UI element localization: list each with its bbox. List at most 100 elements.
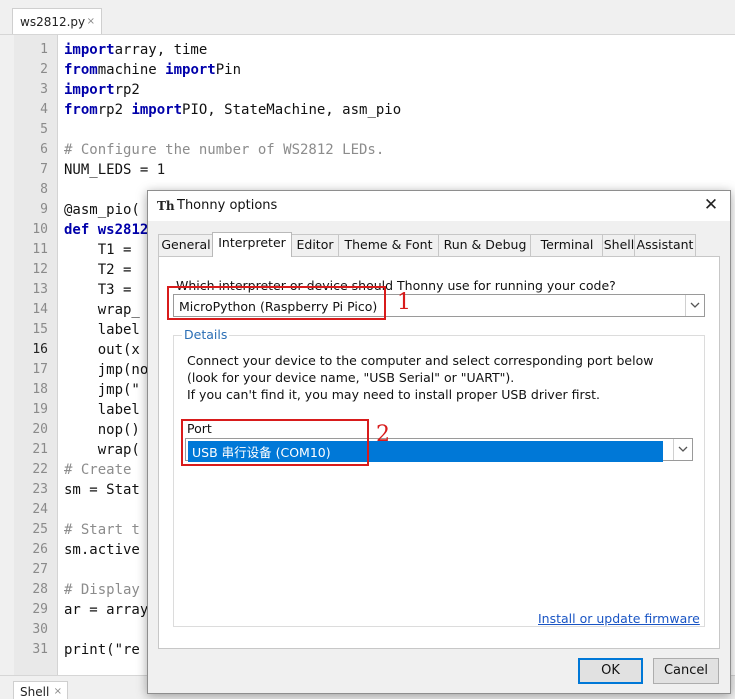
code-line[interactable]: T3 = <box>64 280 140 300</box>
install-firmware-link[interactable]: Install or update firmware <box>538 611 700 626</box>
close-icon[interactable]: ✕ <box>702 195 720 215</box>
code-line[interactable]: ar = array <box>64 600 148 620</box>
line-number: 31 <box>32 642 48 657</box>
tab-run-debug[interactable]: Run & Debug <box>438 234 532 256</box>
code-token: import <box>64 82 115 98</box>
code-token: jmp(" <box>64 382 140 398</box>
code-line[interactable]: out(x <box>64 340 140 360</box>
details-text: (look for your device name, "USB Serial"… <box>187 370 515 385</box>
code-token: def <box>64 222 90 238</box>
code-line[interactable]: label <box>64 320 140 340</box>
code-line[interactable]: # Create <box>64 460 140 480</box>
tab-shell[interactable]: Shell <box>602 234 636 256</box>
code-token: rp2 <box>114 82 140 98</box>
code-line[interactable]: # Start t <box>64 520 140 540</box>
cancel-button[interactable]: Cancel <box>653 658 719 684</box>
code-token: label <box>64 322 140 338</box>
code-token: PIO, StateMachine, asm_pio <box>182 102 402 118</box>
code-line[interactable]: sm = Stat <box>64 480 140 500</box>
code-line[interactable]: # Display <box>64 580 140 600</box>
file-tab-ws2812[interactable]: ws2812.py × <box>12 8 102 34</box>
code-line[interactable]: wrap_ <box>64 300 140 320</box>
code-token: # Start t <box>64 522 140 538</box>
code-token: # Display <box>64 582 140 598</box>
code-token: # Configure the number of WS2812 LEDs. <box>64 142 385 158</box>
line-number: 2 <box>40 62 48 77</box>
code-line[interactable]: NUM_LEDS = 1 <box>64 160 165 180</box>
tab-terminal[interactable]: Terminal <box>530 234 604 256</box>
shell-tab[interactable]: Shell × <box>13 681 68 699</box>
code-token: array, time <box>114 42 208 58</box>
line-number: 18 <box>32 382 48 397</box>
code-token: jmp(no <box>64 362 149 378</box>
line-number: 14 <box>32 302 48 317</box>
code-token: T3 = <box>64 282 140 298</box>
line-number: 6 <box>40 142 48 157</box>
code-line[interactable]: sm.active <box>64 540 140 560</box>
code-line[interactable]: label <box>64 400 140 420</box>
code-line[interactable]: wrap( <box>64 440 140 460</box>
code-line[interactable]: @asm_pio( <box>64 200 140 220</box>
line-number: 24 <box>32 502 48 517</box>
dialog-title-bar[interactable]: Th Thonny options ✕ <box>148 191 730 221</box>
code-token: import <box>165 62 216 78</box>
close-icon[interactable]: × <box>87 16 95 27</box>
line-number: 15 <box>32 322 48 337</box>
code-line[interactable]: T1 = <box>64 240 140 260</box>
code-token: from <box>64 62 98 78</box>
line-number: 17 <box>32 362 48 377</box>
code-line[interactable]: jmp(no <box>64 360 149 380</box>
line-number: 3 <box>40 82 48 97</box>
code-line[interactable]: importrp2 <box>64 80 140 100</box>
code-line[interactable]: print("re <box>64 640 140 660</box>
code-line[interactable]: T2 = <box>64 260 140 280</box>
code-line[interactable]: nop() <box>64 420 140 440</box>
line-number: 10 <box>32 222 48 237</box>
code-line[interactable]: jmp(" <box>64 380 140 400</box>
line-number: 8 <box>40 182 48 197</box>
code-token: wrap_ <box>64 302 140 318</box>
code-line[interactable]: # Configure the number of WS2812 LEDs. <box>64 140 384 160</box>
thonny-app-icon: Th <box>157 199 175 213</box>
line-number: 25 <box>32 522 48 537</box>
details-legend: Details <box>182 327 230 342</box>
code-token: # Create <box>64 462 140 478</box>
ok-button[interactable]: OK <box>578 658 643 684</box>
code-token: rp2 <box>97 102 132 118</box>
tab-assistant[interactable]: Assistant <box>634 234 696 256</box>
code-token: out(x <box>64 342 140 358</box>
line-number: 19 <box>32 402 48 417</box>
line-number: 20 <box>32 422 48 437</box>
code-token: import <box>131 102 183 118</box>
tab-theme-font[interactable]: Theme & Font <box>338 234 439 256</box>
line-number-gutter: 1 2 3 4 5 6 7 8 9 10 11 12 13 14 15 16 17 18 19 20 21 22 23 24 2… <box>14 35 58 675</box>
line-number: 30 <box>32 622 48 637</box>
line-number: 16 <box>32 342 48 357</box>
code-line[interactable]: fromrp2 importPIO, StateMachine, asm_pio <box>64 100 401 120</box>
line-number: 11 <box>32 242 48 257</box>
code-token: sm.active <box>64 542 140 558</box>
line-number: 1 <box>40 42 48 57</box>
chevron-down-icon[interactable] <box>673 439 692 460</box>
details-text: If you can't find it, you may need to in… <box>187 387 601 402</box>
code-token: T1 = <box>64 242 140 258</box>
shell-tab-label: Shell <box>20 685 50 699</box>
chevron-down-icon[interactable] <box>685 295 704 316</box>
code-token: 1 <box>156 162 166 178</box>
annotation-box-port <box>181 419 369 466</box>
code-line[interactable]: importarray, time <box>64 40 207 60</box>
line-number: 28 <box>32 582 48 597</box>
close-icon[interactable]: × <box>54 686 62 697</box>
line-number: 7 <box>40 162 48 177</box>
tab-interpreter[interactable]: Interpreter <box>212 232 292 257</box>
details-text: Connect your device to the computer and … <box>187 353 654 368</box>
code-line[interactable]: def ws2812 <box>64 220 148 240</box>
annotation-marker-2: 2 <box>376 422 390 447</box>
code-token: nop() <box>64 422 140 438</box>
line-number: 22 <box>32 462 48 477</box>
tab-general[interactable]: General <box>158 234 214 256</box>
code-line[interactable]: frommachine importPin <box>64 60 241 80</box>
tab-editor[interactable]: Editor <box>290 234 340 256</box>
code-token: sm = Stat <box>64 482 140 498</box>
dialog-title: Thonny options <box>177 198 278 213</box>
